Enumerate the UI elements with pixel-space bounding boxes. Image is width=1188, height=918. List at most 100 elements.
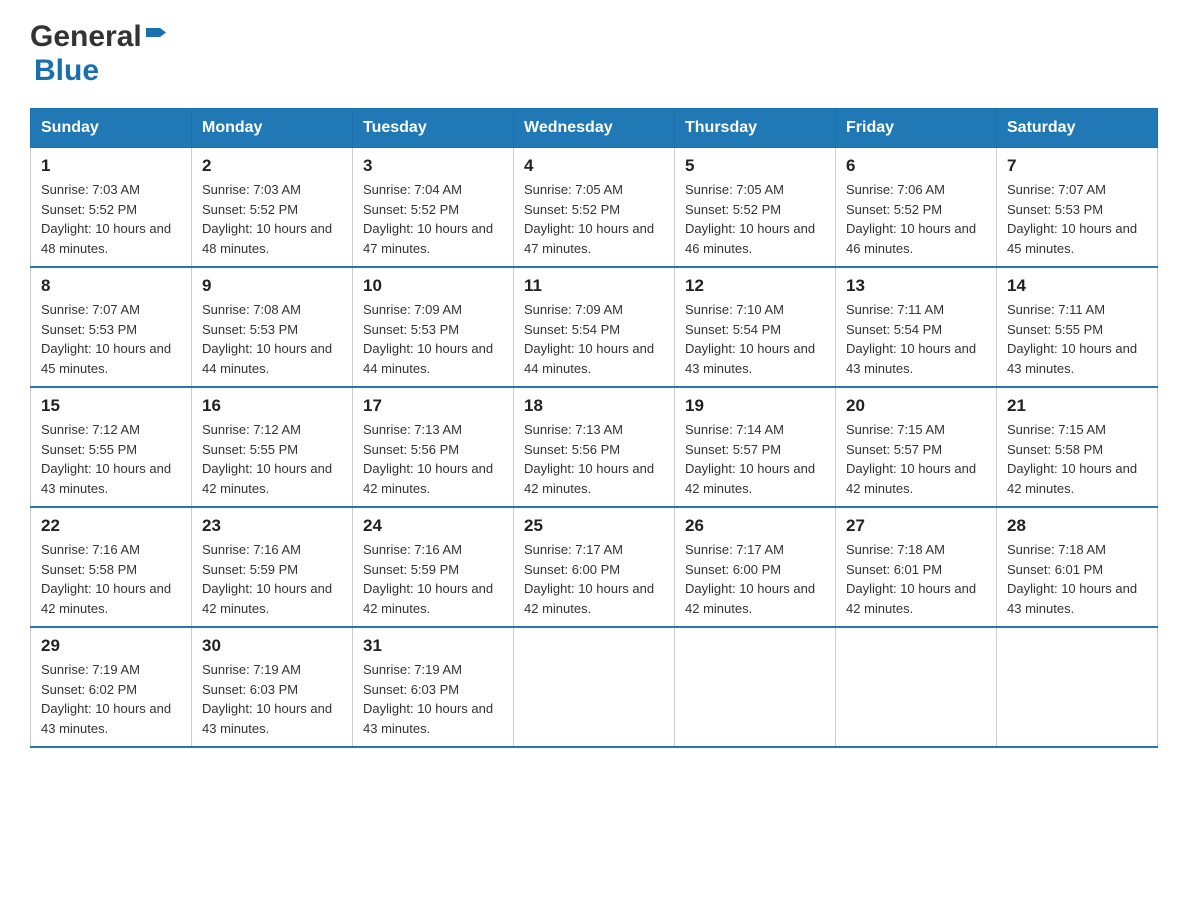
day-number: 21 xyxy=(1007,396,1147,416)
logo-blue: Blue xyxy=(34,54,99,87)
day-info: Sunrise: 7:16 AMSunset: 5:58 PMDaylight:… xyxy=(41,540,181,618)
calendar-cell: 30 Sunrise: 7:19 AMSunset: 6:03 PMDayligh… xyxy=(192,627,353,747)
day-info: Sunrise: 7:08 AMSunset: 5:53 PMDaylight:… xyxy=(202,300,342,378)
calendar-cell: 9 Sunrise: 7:08 AMSunset: 5:53 PMDaylight… xyxy=(192,267,353,387)
calendar-cell: 24 Sunrise: 7:16 AMSunset: 5:59 PMDayligh… xyxy=(353,507,514,627)
day-info: Sunrise: 7:11 AMSunset: 5:54 PMDaylight:… xyxy=(846,300,986,378)
calendar-cell: 28 Sunrise: 7:18 AMSunset: 6:01 PMDayligh… xyxy=(997,507,1158,627)
day-info: Sunrise: 7:18 AMSunset: 6:01 PMDaylight:… xyxy=(846,540,986,618)
day-info: Sunrise: 7:17 AMSunset: 6:00 PMDaylight:… xyxy=(685,540,825,618)
day-number: 1 xyxy=(41,156,181,176)
day-number: 8 xyxy=(41,276,181,296)
logo-general: General xyxy=(30,20,142,54)
day-number: 12 xyxy=(685,276,825,296)
day-info: Sunrise: 7:11 AMSunset: 5:55 PMDaylight:… xyxy=(1007,300,1147,378)
logo-first-line: General xyxy=(30,20,166,54)
day-number: 9 xyxy=(202,276,342,296)
logo: General Blue xyxy=(30,20,166,88)
day-info: Sunrise: 7:14 AMSunset: 5:57 PMDaylight:… xyxy=(685,420,825,498)
day-info: Sunrise: 7:07 AMSunset: 5:53 PMDaylight:… xyxy=(41,300,181,378)
day-number: 19 xyxy=(685,396,825,416)
calendar-cell: 10Sunrise: 7:09 AMSunset: 5:53 PMDayligh… xyxy=(353,267,514,387)
calendar-cell: 16Sunrise: 7:12 AMSunset: 5:55 PMDayligh… xyxy=(192,387,353,507)
calendar-cell: 14 Sunrise: 7:11 AMSunset: 5:55 PMDayligh… xyxy=(997,267,1158,387)
day-number: 24 xyxy=(363,516,503,536)
day-number: 18 xyxy=(524,396,664,416)
calendar-cell xyxy=(836,627,997,747)
calendar-week-row: 29 Sunrise: 7:19 AMSunset: 6:02 PMDayligh… xyxy=(31,627,1158,747)
day-number: 13 xyxy=(846,276,986,296)
weekday-header-sunday: Sunday xyxy=(31,109,192,148)
calendar-cell: 18Sunrise: 7:13 AMSunset: 5:56 PMDayligh… xyxy=(514,387,675,507)
day-info: Sunrise: 7:17 AMSunset: 6:00 PMDaylight:… xyxy=(524,540,664,618)
calendar-cell: 6 Sunrise: 7:06 AMSunset: 5:52 PMDaylight… xyxy=(836,148,997,268)
day-info: Sunrise: 7:16 AMSunset: 5:59 PMDaylight:… xyxy=(363,540,503,618)
calendar-header: SundayMondayTuesdayWednesdayThursdayFrid… xyxy=(31,109,1158,148)
day-info: Sunrise: 7:07 AMSunset: 5:53 PMDaylight:… xyxy=(1007,180,1147,258)
day-number: 14 xyxy=(1007,276,1147,296)
weekday-header-row: SundayMondayTuesdayWednesdayThursdayFrid… xyxy=(31,109,1158,148)
day-number: 23 xyxy=(202,516,342,536)
day-number: 11 xyxy=(524,276,664,296)
calendar-cell: 15Sunrise: 7:12 AMSunset: 5:55 PMDayligh… xyxy=(31,387,192,507)
weekday-header-friday: Friday xyxy=(836,109,997,148)
day-info: Sunrise: 7:10 AMSunset: 5:54 PMDaylight:… xyxy=(685,300,825,378)
weekday-header-tuesday: Tuesday xyxy=(353,109,514,148)
day-info: Sunrise: 7:19 AMSunset: 6:03 PMDaylight:… xyxy=(363,660,503,738)
calendar-cell xyxy=(514,627,675,747)
day-number: 3 xyxy=(363,156,503,176)
calendar-cell: 25 Sunrise: 7:17 AMSunset: 6:00 PMDayligh… xyxy=(514,507,675,627)
calendar-cell: 22 Sunrise: 7:16 AMSunset: 5:58 PMDayligh… xyxy=(31,507,192,627)
calendar-week-row: 1 Sunrise: 7:03 AMSunset: 5:52 PMDaylight… xyxy=(31,148,1158,268)
day-number: 2 xyxy=(202,156,342,176)
calendar-cell: 4 Sunrise: 7:05 AMSunset: 5:52 PMDaylight… xyxy=(514,148,675,268)
weekday-header-saturday: Saturday xyxy=(997,109,1158,148)
day-info: Sunrise: 7:15 AMSunset: 5:57 PMDaylight:… xyxy=(846,420,986,498)
day-number: 6 xyxy=(846,156,986,176)
day-number: 10 xyxy=(363,276,503,296)
day-number: 31 xyxy=(363,636,503,656)
day-info: Sunrise: 7:15 AMSunset: 5:58 PMDaylight:… xyxy=(1007,420,1147,498)
calendar-week-row: 22 Sunrise: 7:16 AMSunset: 5:58 PMDayligh… xyxy=(31,507,1158,627)
calendar-cell: 2 Sunrise: 7:03 AMSunset: 5:52 PMDaylight… xyxy=(192,148,353,268)
day-info: Sunrise: 7:12 AMSunset: 5:55 PMDaylight:… xyxy=(202,420,342,498)
calendar-cell: 19 Sunrise: 7:14 AMSunset: 5:57 PMDayligh… xyxy=(675,387,836,507)
day-info: Sunrise: 7:05 AMSunset: 5:52 PMDaylight:… xyxy=(685,180,825,258)
calendar-cell: 31 Sunrise: 7:19 AMSunset: 6:03 PMDayligh… xyxy=(353,627,514,747)
day-number: 30 xyxy=(202,636,342,656)
calendar-cell: 20 Sunrise: 7:15 AMSunset: 5:57 PMDayligh… xyxy=(836,387,997,507)
page-header: General Blue xyxy=(30,20,1158,88)
calendar-cell: 13 Sunrise: 7:11 AMSunset: 5:54 PMDayligh… xyxy=(836,267,997,387)
calendar-body: 1 Sunrise: 7:03 AMSunset: 5:52 PMDaylight… xyxy=(31,148,1158,748)
day-number: 4 xyxy=(524,156,664,176)
day-info: Sunrise: 7:09 AMSunset: 5:54 PMDaylight:… xyxy=(524,300,664,378)
calendar-cell: 29 Sunrise: 7:19 AMSunset: 6:02 PMDayligh… xyxy=(31,627,192,747)
day-number: 22 xyxy=(41,516,181,536)
day-info: Sunrise: 7:18 AMSunset: 6:01 PMDaylight:… xyxy=(1007,540,1147,618)
logo-flag-icon xyxy=(144,26,166,48)
day-info: Sunrise: 7:06 AMSunset: 5:52 PMDaylight:… xyxy=(846,180,986,258)
day-info: Sunrise: 7:19 AMSunset: 6:02 PMDaylight:… xyxy=(41,660,181,738)
day-number: 28 xyxy=(1007,516,1147,536)
day-info: Sunrise: 7:03 AMSunset: 5:52 PMDaylight:… xyxy=(202,180,342,258)
calendar-cell: 17Sunrise: 7:13 AMSunset: 5:56 PMDayligh… xyxy=(353,387,514,507)
day-number: 5 xyxy=(685,156,825,176)
weekday-header-thursday: Thursday xyxy=(675,109,836,148)
calendar-cell: 23Sunrise: 7:16 AMSunset: 5:59 PMDayligh… xyxy=(192,507,353,627)
day-number: 26 xyxy=(685,516,825,536)
calendar-cell: 26 Sunrise: 7:17 AMSunset: 6:00 PMDayligh… xyxy=(675,507,836,627)
day-number: 20 xyxy=(846,396,986,416)
calendar-week-row: 8 Sunrise: 7:07 AMSunset: 5:53 PMDaylight… xyxy=(31,267,1158,387)
logo-second-line: Blue xyxy=(34,54,99,88)
weekday-header-wednesday: Wednesday xyxy=(514,109,675,148)
day-info: Sunrise: 7:05 AMSunset: 5:52 PMDaylight:… xyxy=(524,180,664,258)
day-info: Sunrise: 7:13 AMSunset: 5:56 PMDaylight:… xyxy=(363,420,503,498)
day-info: Sunrise: 7:03 AMSunset: 5:52 PMDaylight:… xyxy=(41,180,181,258)
calendar-cell: 5 Sunrise: 7:05 AMSunset: 5:52 PMDaylight… xyxy=(675,148,836,268)
calendar-cell: 7Sunrise: 7:07 AMSunset: 5:53 PMDaylight… xyxy=(997,148,1158,268)
calendar-cell: 3Sunrise: 7:04 AMSunset: 5:52 PMDaylight… xyxy=(353,148,514,268)
day-number: 27 xyxy=(846,516,986,536)
day-number: 25 xyxy=(524,516,664,536)
day-info: Sunrise: 7:19 AMSunset: 6:03 PMDaylight:… xyxy=(202,660,342,738)
day-number: 29 xyxy=(41,636,181,656)
